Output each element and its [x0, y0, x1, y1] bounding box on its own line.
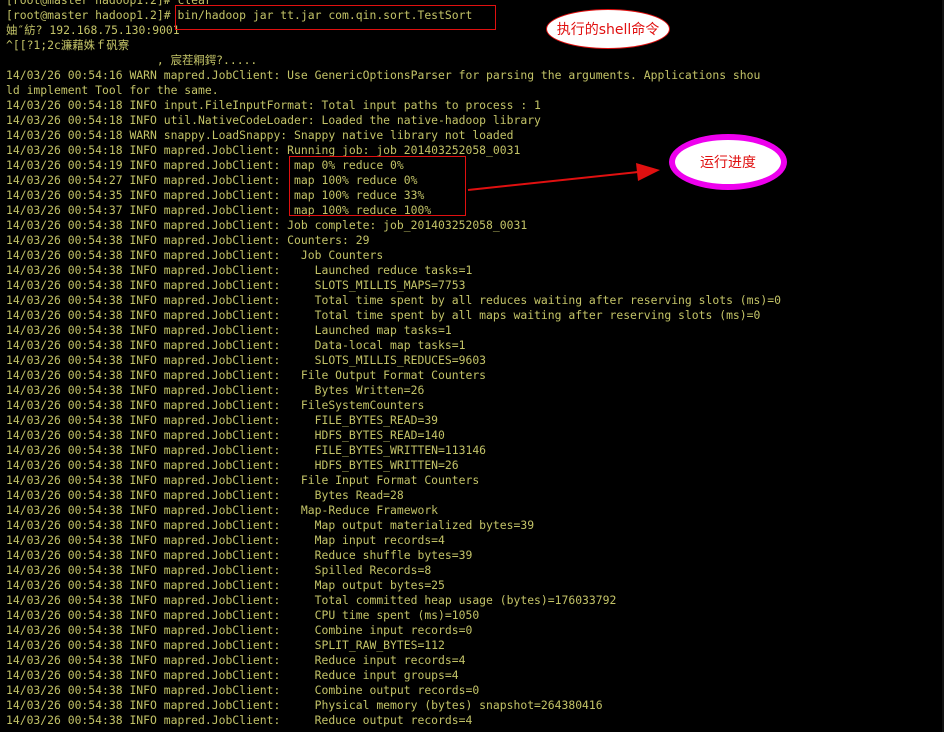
- terminal-line: 14/03/26 00:54:18 INFO mapred.JobClient:…: [6, 143, 521, 157]
- terminal-line: 14/03/26 00:54:38 INFO mapred.JobClient:…: [6, 578, 445, 592]
- terminal-line: 14/03/26 00:54:38 INFO mapred.JobClient:…: [6, 218, 528, 232]
- terminal-line: 14/03/26 00:54:18 INFO util.NativeCodeLo…: [6, 113, 541, 127]
- terminal-line: 14/03/26 00:54:16 WARN mapred.JobClient:…: [6, 68, 761, 82]
- terminal-line: 14/03/26 00:54:38 INFO mapred.JobClient:…: [6, 398, 425, 412]
- terminal-line: 14/03/26 00:54:38 INFO mapred.JobClient:…: [6, 563, 432, 577]
- shell-command-annotation: 执行的shell命令: [546, 9, 670, 49]
- terminal-line: 14/03/26 00:54:38 INFO mapred.JobClient:…: [6, 248, 384, 262]
- terminal-line: 14/03/26 00:54:38 INFO mapred.JobClient:…: [6, 443, 487, 457]
- terminal-line: 14/03/26 00:54:38 INFO mapred.JobClient:…: [6, 593, 617, 607]
- terminal-line: 14/03/26 00:54:38 INFO mapred.JobClient:…: [6, 488, 404, 502]
- terminal-line: 14/03/26 00:54:18 INFO input.FileInputFo…: [6, 98, 541, 112]
- terminal-window[interactable]: [root@master hadoop1.2]# clear [root@mast…: [0, 0, 944, 732]
- terminal-line: 14/03/26 00:54:38 INFO mapred.JobClient:…: [6, 533, 445, 547]
- terminal-line: 14/03/26 00:54:38 INFO mapred.JobClient:…: [6, 713, 473, 727]
- terminal-line: ^[[?1;2c濂藉姝ｆ矾寮: [6, 38, 130, 52]
- terminal-line: 14/03/26 00:54:27 INFO mapred.JobClient:…: [6, 173, 418, 187]
- terminal-line: 14/03/26 00:54:38 INFO mapred.JobClient:…: [6, 698, 603, 712]
- terminal-line: 14/03/26 00:54:19 INFO mapred.JobClient:…: [6, 158, 404, 172]
- terminal-line: 14/03/26 00:54:38 INFO mapred.JobClient:…: [6, 368, 487, 382]
- terminal-line: 14/03/26 00:54:38 INFO mapred.JobClient:…: [6, 263, 473, 277]
- terminal-line: 14/03/26 00:54:18 WARN snappy.LoadSnappy…: [6, 128, 514, 142]
- terminal-line: 14/03/26 00:54:38 INFO mapred.JobClient:…: [6, 353, 487, 367]
- terminal-line: 14/03/26 00:54:38 INFO mapred.JobClient:…: [6, 323, 452, 337]
- terminal-line: 14/03/26 00:54:38 INFO mapred.JobClient:…: [6, 668, 459, 682]
- terminal-line: 14/03/26 00:54:38 INFO mapred.JobClient:…: [6, 608, 480, 622]
- terminal-line: 14/03/26 00:54:38 INFO mapred.JobClient:…: [6, 383, 425, 397]
- terminal-line: 14/03/26 00:54:38 INFO mapred.JobClient:…: [6, 308, 761, 322]
- terminal-line: 14/03/26 00:54:38 INFO mapred.JobClient:…: [6, 548, 473, 562]
- terminal-line: 14/03/26 00:54:38 INFO mapred.JobClient:…: [6, 623, 473, 637]
- terminal-line: 14/03/26 00:54:35 INFO mapred.JobClient:…: [6, 188, 425, 202]
- terminal-line: 14/03/26 00:54:37 INFO mapred.JobClient:…: [6, 203, 432, 217]
- terminal-line: 14/03/26 00:54:38 INFO mapred.JobClient:…: [6, 338, 466, 352]
- terminal-line: 14/03/26 00:54:38 INFO mapred.JobClient:…: [6, 233, 370, 247]
- terminal-output: [root@master hadoop1.2]# clear [root@mast…: [6, 0, 781, 728]
- terminal-line: 14/03/26 00:54:38 INFO mapred.JobClient:…: [6, 413, 439, 427]
- terminal-line: 14/03/26 00:54:38 INFO mapred.JobClient:…: [6, 473, 480, 487]
- terminal-line: 14/03/26 00:54:38 INFO mapred.JobClient:…: [6, 683, 480, 697]
- terminal-line: ld implement Tool for the same.: [6, 83, 219, 97]
- terminal-line: 14/03/26 00:54:38 INFO mapred.JobClient:…: [6, 503, 439, 517]
- terminal-line: 14/03/26 00:54:38 INFO mapred.JobClient:…: [6, 518, 535, 532]
- terminal-line: , 宸茬粡鍔?.....: [6, 53, 258, 67]
- terminal-line: 14/03/26 00:54:38 INFO mapred.JobClient:…: [6, 638, 445, 652]
- terminal-line: 14/03/26 00:54:38 INFO mapred.JobClient:…: [6, 278, 466, 292]
- progress-annotation: 运行进度: [669, 134, 787, 190]
- terminal-line: 14/03/26 00:54:38 INFO mapred.JobClient:…: [6, 653, 466, 667]
- shell-command-annotation-label: 执行的shell命令: [556, 22, 660, 38]
- terminal-line: 14/03/26 00:54:38 INFO mapred.JobClient:…: [6, 293, 781, 307]
- terminal-line: 14/03/26 00:54:38 INFO mapred.JobClient:…: [6, 428, 445, 442]
- terminal-line: 14/03/26 00:54:38 INFO mapred.JobClient:…: [6, 458, 459, 472]
- terminal-line: [root@master hadoop1.2]# clear: [6, 0, 212, 7]
- progress-annotation-label: 运行进度: [700, 155, 756, 171]
